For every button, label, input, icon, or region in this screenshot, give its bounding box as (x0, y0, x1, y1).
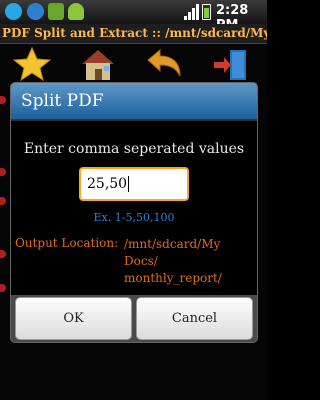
split-pdf-dialog: Split PDF Enter comma seperated values 2… (10, 82, 258, 343)
input-value: 25,50 (87, 176, 128, 192)
toolbar (0, 44, 267, 84)
home-icon[interactable] (78, 46, 118, 82)
sync-icon (27, 3, 44, 20)
back-arrow-icon[interactable] (144, 46, 184, 82)
page-values-input[interactable]: 25,50 (79, 167, 189, 201)
android-icon (68, 3, 84, 20)
signal-icon (184, 4, 200, 20)
battery-icon (202, 4, 211, 20)
output-location-label: Output Location: (15, 236, 119, 250)
dialog-button-bar: OK Cancel (11, 295, 257, 342)
sd-card-icon (48, 3, 64, 20)
list-item-marker (0, 96, 6, 104)
output-location-value: /mnt/sdcard/My Docs/ monthly_report/ (124, 237, 222, 285)
dialog-prompt: Enter comma seperated values (23, 141, 245, 157)
cancel-button[interactable]: Cancel (136, 297, 253, 340)
app-title: PDF Split and Extract :: /mnt/sdcard/My … (0, 24, 267, 44)
ok-button[interactable]: OK (15, 297, 132, 340)
exit-door-icon[interactable] (212, 46, 252, 82)
skype-icon (5, 3, 22, 20)
list-item-marker (0, 250, 6, 258)
status-bar: 2:28 PM (0, 0, 267, 33)
dialog-body: Enter comma seperated values 25,50 Ex. 1… (11, 121, 257, 295)
list-item-marker (0, 284, 6, 292)
star-icon[interactable] (12, 46, 52, 82)
list-item-marker (0, 168, 6, 176)
dialog-title: Split PDF (11, 83, 257, 120)
example-hint: Ex. 1-5,50,100 (93, 211, 175, 224)
text-caret (128, 176, 130, 192)
list-item-marker (0, 197, 6, 205)
